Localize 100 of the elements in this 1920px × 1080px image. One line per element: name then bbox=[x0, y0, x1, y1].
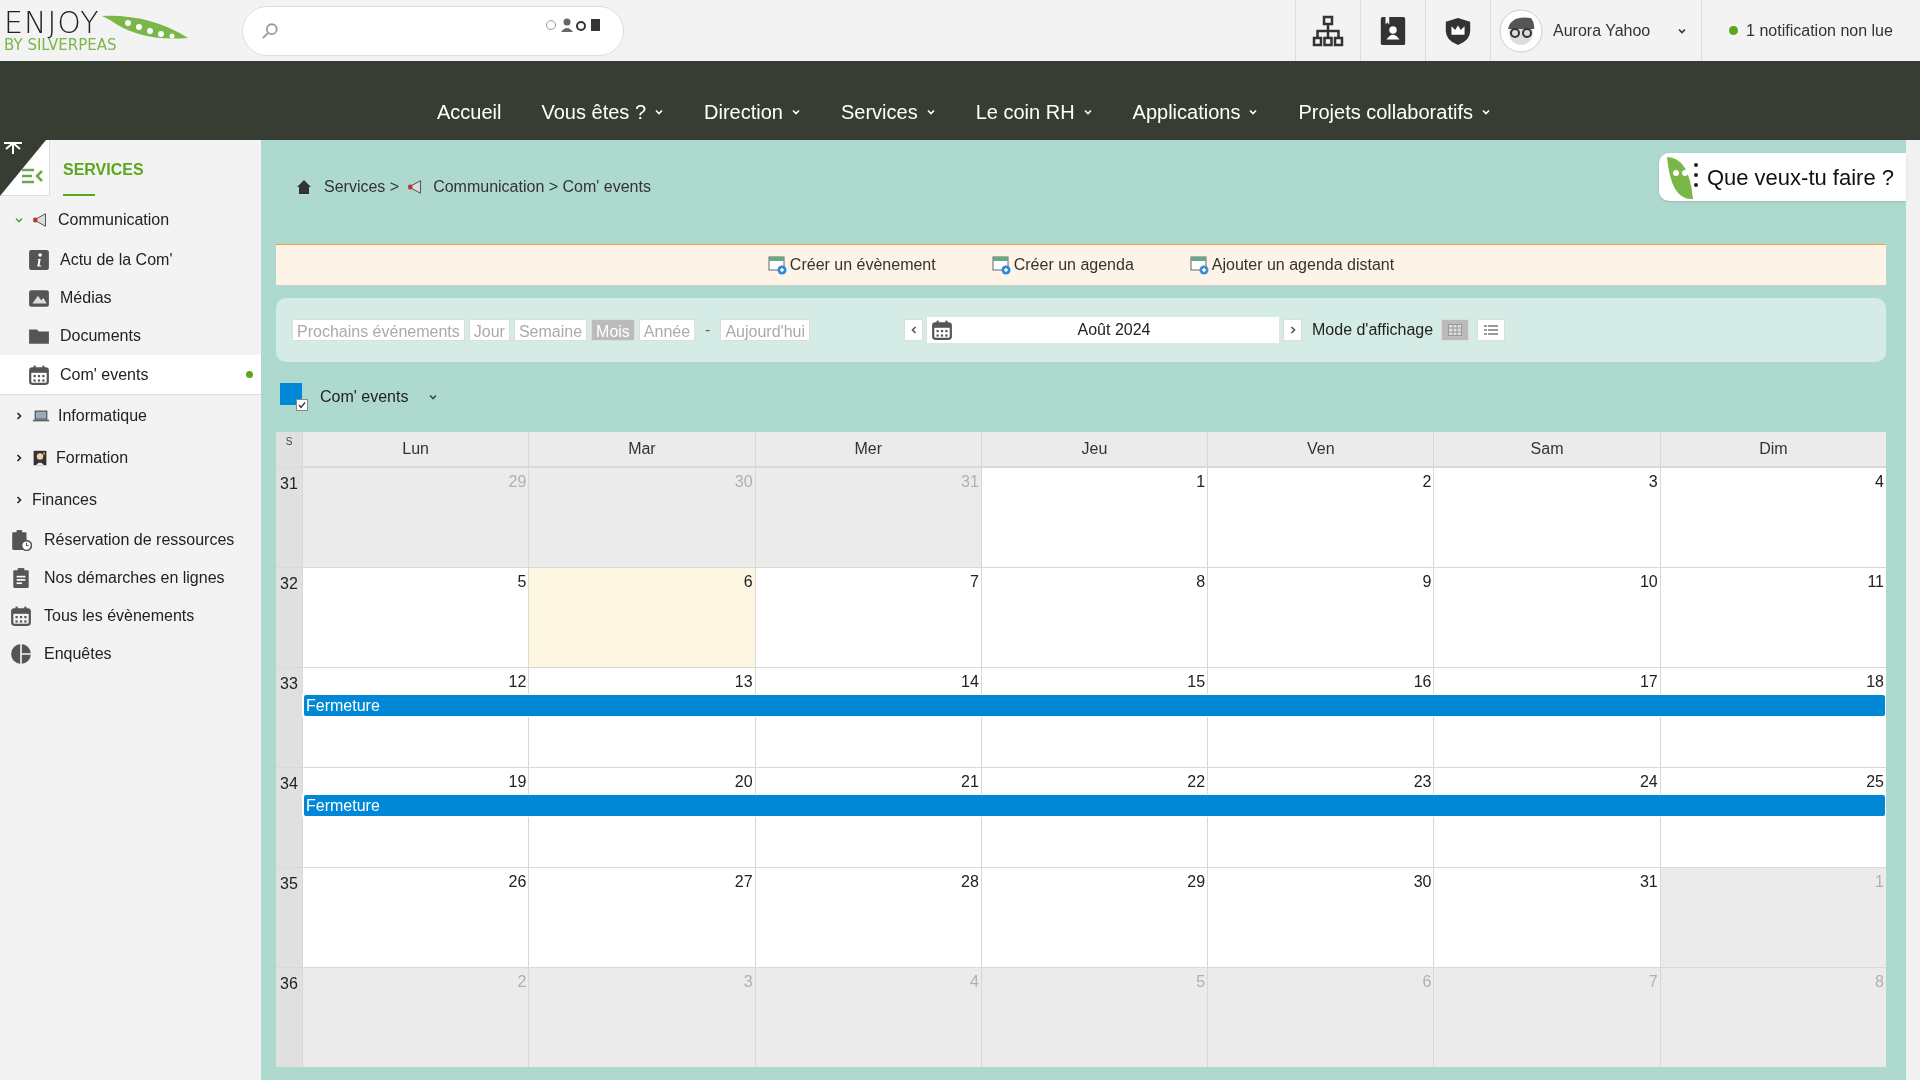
previous-button[interactable] bbox=[904, 319, 923, 341]
nav-item[interactable]: Services bbox=[840, 96, 936, 127]
day-cell[interactable]: 28 bbox=[754, 867, 981, 967]
day-number: 8 bbox=[1196, 572, 1207, 592]
app-label: Médias bbox=[60, 288, 113, 308]
day-cell[interactable]: 9 bbox=[1207, 567, 1434, 667]
action-link[interactable]: Ajouter un agenda distant bbox=[1189, 253, 1395, 277]
day-cell[interactable]: 12 bbox=[302, 667, 529, 694]
day-cell[interactable]: 7 bbox=[754, 567, 981, 667]
grid-icon bbox=[1448, 324, 1463, 336]
logo[interactable]: ENJOY BY SILVERPEAS bbox=[0, 0, 200, 61]
link-label: Nos démarches en lignes bbox=[44, 568, 225, 588]
nav-item[interactable]: Accueil bbox=[437, 96, 502, 127]
nav-item[interactable]: Vous êtes ? bbox=[541, 96, 665, 127]
assistant-button[interactable]: Que veux-tu faire ? bbox=[1658, 153, 1906, 201]
sidebar-app-item[interactable]: Com' events bbox=[0, 355, 261, 395]
day-header: Mar bbox=[528, 432, 755, 467]
day-cell[interactable]: 21 bbox=[754, 767, 981, 794]
nav-item[interactable]: Applications bbox=[1132, 96, 1259, 127]
sidebar-space-item[interactable]: Informatique bbox=[0, 395, 261, 437]
day-number: 7 bbox=[1648, 972, 1659, 992]
nav-item[interactable]: Direction bbox=[704, 96, 801, 127]
agenda-checkbox[interactable] bbox=[296, 399, 308, 411]
space-label: Communication bbox=[58, 210, 170, 230]
week-number: 36 bbox=[276, 967, 302, 1067]
week-number: 35 bbox=[276, 867, 302, 967]
search-field[interactable] bbox=[242, 5, 624, 56]
day-cell[interactable]: 31 bbox=[1433, 867, 1660, 967]
day-cell[interactable]: 3 bbox=[1433, 467, 1660, 567]
logo-title: ENJOY bbox=[4, 8, 100, 38]
day-cell[interactable]: 11 bbox=[1659, 567, 1886, 667]
app-label: Actu de la Com' bbox=[60, 250, 174, 270]
day-cell[interactable]: 29 bbox=[980, 867, 1208, 967]
day-cell[interactable]: 8 bbox=[980, 567, 1208, 667]
day-cell[interactable]: 13 bbox=[528, 667, 755, 694]
day-cell[interactable]: 18 bbox=[1659, 667, 1886, 694]
collapse-button[interactable] bbox=[0, 140, 50, 196]
day-number: 19 bbox=[508, 772, 528, 792]
day-number: 23 bbox=[1413, 772, 1433, 792]
event-bar[interactable]: Fermeture bbox=[304, 695, 1885, 716]
search-icon bbox=[261, 21, 279, 40]
day-cell[interactable]: 26 bbox=[302, 867, 529, 967]
day-cell[interactable]: 22 bbox=[980, 767, 1208, 794]
home-icon bbox=[296, 179, 312, 195]
action-link[interactable]: Créer un agenda bbox=[991, 253, 1134, 277]
sidebar-space-item[interactable]: Communication bbox=[0, 199, 261, 241]
day-cell[interactable]: 15 bbox=[980, 667, 1208, 694]
day-cell[interactable]: 30 bbox=[1207, 867, 1434, 967]
sidebar-space-item[interactable]: Formation bbox=[0, 437, 261, 479]
notification-link[interactable]: 1 notification non lue bbox=[1702, 0, 1920, 61]
day-cell[interactable]: 25 bbox=[1659, 767, 1886, 794]
chevron-icon bbox=[428, 392, 439, 402]
day-cell[interactable]: 2 bbox=[1207, 467, 1434, 567]
day-cell[interactable]: 6 bbox=[528, 567, 755, 667]
info-icon bbox=[28, 249, 50, 271]
day-cell[interactable]: 17 bbox=[1433, 667, 1660, 694]
sidebar-space-item[interactable]: Finances bbox=[0, 479, 261, 521]
clipboard-icon bbox=[10, 567, 32, 589]
day-cell[interactable]: 20 bbox=[528, 767, 755, 794]
user-name: Aurora Yahoo bbox=[1553, 20, 1652, 41]
breadcrumb-link[interactable]: Communication > Com' events bbox=[433, 175, 651, 199]
day-cell[interactable]: 27 bbox=[528, 867, 755, 967]
period-field[interactable]: Août 2024 bbox=[927, 317, 1279, 343]
sidebar-link[interactable]: Nos démarches en lignes bbox=[0, 559, 261, 597]
breadcrumb-link[interactable]: Services > bbox=[324, 175, 400, 199]
day-cell[interactable]: 1 bbox=[980, 467, 1208, 567]
week-header: S bbox=[276, 432, 302, 467]
list-view-button[interactable] bbox=[1477, 319, 1506, 341]
day-number: 31 bbox=[961, 472, 980, 492]
action-link[interactable]: Créer un évènement bbox=[767, 253, 936, 277]
link-label: Enquêtes bbox=[44, 644, 112, 664]
next-button[interactable] bbox=[1283, 319, 1302, 341]
event-bar[interactable]: Fermeture bbox=[304, 795, 1885, 816]
day-cell[interactable]: 5 bbox=[302, 567, 529, 667]
sidebar-app-item[interactable]: Actu de la Com' bbox=[0, 241, 261, 279]
graduate-icon bbox=[32, 449, 48, 467]
list-icon bbox=[1484, 324, 1499, 336]
day-cell[interactable]: 10 bbox=[1433, 567, 1660, 667]
day-cell[interactable]: 14 bbox=[754, 667, 981, 694]
day-cell[interactable]: 16 bbox=[1207, 667, 1434, 694]
day-number: 29 bbox=[1187, 872, 1207, 892]
nav-item[interactable]: Le coin RH bbox=[975, 96, 1093, 127]
sidebar-app-item[interactable]: Documents bbox=[0, 317, 261, 355]
calendar-add-icon bbox=[767, 255, 788, 275]
agenda-name: Com' events bbox=[320, 387, 409, 407]
day-header: Lun bbox=[302, 432, 529, 467]
sidebar-link[interactable]: Tous les évènements bbox=[0, 597, 261, 635]
sidebar-link[interactable]: Réservation de ressources bbox=[0, 521, 261, 559]
day-cell[interactable]: 4 bbox=[1659, 467, 1886, 567]
day-cell[interactable]: 19 bbox=[302, 767, 529, 794]
sidebar-link[interactable]: Enquêtes bbox=[0, 635, 261, 673]
day-number: 31 bbox=[1639, 872, 1659, 892]
nav-item[interactable]: Projets collaboratifs bbox=[1298, 96, 1491, 127]
week-number: 32 bbox=[276, 567, 302, 667]
day-number: 2 bbox=[517, 972, 528, 992]
sidebar-app-item[interactable]: Médias bbox=[0, 279, 261, 317]
day-cell[interactable]: 24 bbox=[1433, 767, 1660, 794]
day-number: 30 bbox=[734, 472, 754, 492]
day-cell[interactable]: 23 bbox=[1207, 767, 1434, 794]
day-number: 1 bbox=[1875, 872, 1885, 892]
